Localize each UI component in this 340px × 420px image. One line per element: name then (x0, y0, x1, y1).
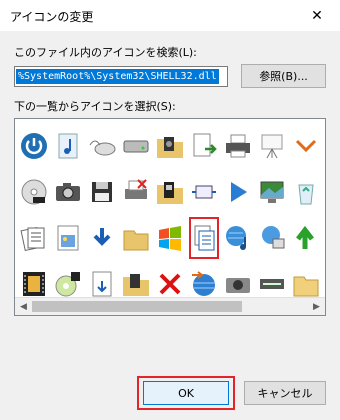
mouse-icon (89, 140, 116, 156)
icon-option[interactable] (221, 215, 255, 261)
recycle-bin-icon (298, 184, 314, 205)
music-note-icon (58, 133, 78, 159)
computer-picture-icon (260, 181, 284, 203)
icon-option[interactable] (17, 169, 51, 215)
change-icon-dialog: アイコンの変更 ✕ このファイル内のアイコンを検索(L): %SystemRoo… (0, 0, 340, 420)
copy-pages-icon (194, 225, 215, 251)
icon-option[interactable] (85, 169, 119, 215)
icon-option[interactable] (153, 215, 187, 261)
icon-list[interactable]: ◀ ▶ (14, 118, 326, 316)
picture-doc-icon (57, 225, 79, 251)
icon-option-selected[interactable] (187, 215, 221, 261)
title-bar: アイコンの変更 ✕ (0, 0, 340, 31)
scroll-right-icon[interactable]: ▶ (308, 300, 325, 313)
drive-icon (123, 140, 149, 153)
cd-burn-icon (55, 272, 80, 297)
icon-option[interactable] (221, 169, 255, 215)
icon-option[interactable] (51, 123, 85, 169)
doc-arrow-down-icon (92, 271, 112, 297)
cancel-button[interactable]: キャンセル (244, 381, 326, 405)
icon-option[interactable] (119, 123, 153, 169)
icon-option[interactable] (85, 215, 119, 261)
scrollbar-thumb[interactable] (32, 301, 242, 312)
icon-option[interactable] (289, 169, 323, 215)
close-icon: ✕ (311, 7, 323, 24)
printer-x-icon (125, 179, 147, 199)
icon-option[interactable] (221, 123, 255, 169)
icon-option[interactable] (119, 215, 153, 261)
icon-option[interactable] (51, 215, 85, 261)
camera-icon (56, 183, 80, 201)
windows-flag-icon (159, 226, 181, 251)
horizontal-scrollbar[interactable]: ◀ ▶ (15, 297, 325, 315)
file-path-text: %SystemRoot%\System32\SHELL32.dll (16, 69, 219, 84)
globe-network-icon (262, 226, 285, 249)
red-x-icon (159, 273, 181, 295)
icon-option[interactable] (153, 169, 187, 215)
scroll-left-icon[interactable]: ◀ (15, 300, 32, 313)
globe-music-icon (226, 226, 246, 250)
folder-music-icon (157, 137, 183, 158)
presentation-icon (261, 134, 283, 159)
globe-arrow-icon (192, 271, 215, 296)
icon-option[interactable] (255, 169, 289, 215)
folder-film-icon (157, 182, 183, 204)
green-arrow-icon (296, 225, 314, 249)
icon-list-label: 下の一覧からアイコンを選択(S): (14, 100, 176, 113)
folder-icon (123, 230, 149, 251)
chevron-icon (295, 139, 317, 153)
icon-option[interactable] (255, 123, 289, 169)
download-arrow-icon (93, 228, 111, 246)
browse-button[interactable]: 参照(B)... (241, 64, 326, 88)
folder-picture-icon (123, 274, 149, 296)
icon-option[interactable] (255, 215, 289, 261)
ok-button[interactable]: OK (143, 381, 229, 405)
dvd-icon (21, 179, 47, 205)
film-strip-icon (23, 272, 45, 296)
icon-option[interactable] (17, 123, 51, 169)
icon-option[interactable] (17, 215, 51, 261)
icon-option[interactable] (153, 123, 187, 169)
camera2-icon (226, 278, 250, 293)
power-icon (21, 133, 47, 159)
icon-option[interactable] (85, 123, 119, 169)
file-label: このファイル内のアイコンを検索(L): (14, 46, 197, 59)
icon-option[interactable] (289, 123, 323, 169)
printer-icon (226, 134, 250, 158)
icon-option[interactable] (51, 169, 85, 215)
document-arrow-icon (193, 133, 217, 157)
scanner-icon (260, 279, 284, 289)
floppy-icon (92, 182, 112, 202)
icon-option[interactable] (187, 123, 221, 169)
close-button[interactable]: ✕ (294, 0, 340, 31)
icon-option[interactable] (187, 169, 221, 215)
play-icon (231, 182, 247, 202)
documents-icon (20, 226, 45, 252)
monitor-arrows-icon (192, 185, 216, 199)
folder-plain-icon (293, 276, 319, 297)
icon-option[interactable] (119, 169, 153, 215)
dialog-title: アイコンの変更 (10, 10, 94, 24)
file-path-input[interactable]: %SystemRoot%\System32\SHELL32.dll (14, 66, 228, 87)
icon-option[interactable] (289, 215, 323, 261)
icon-grid (17, 123, 323, 307)
